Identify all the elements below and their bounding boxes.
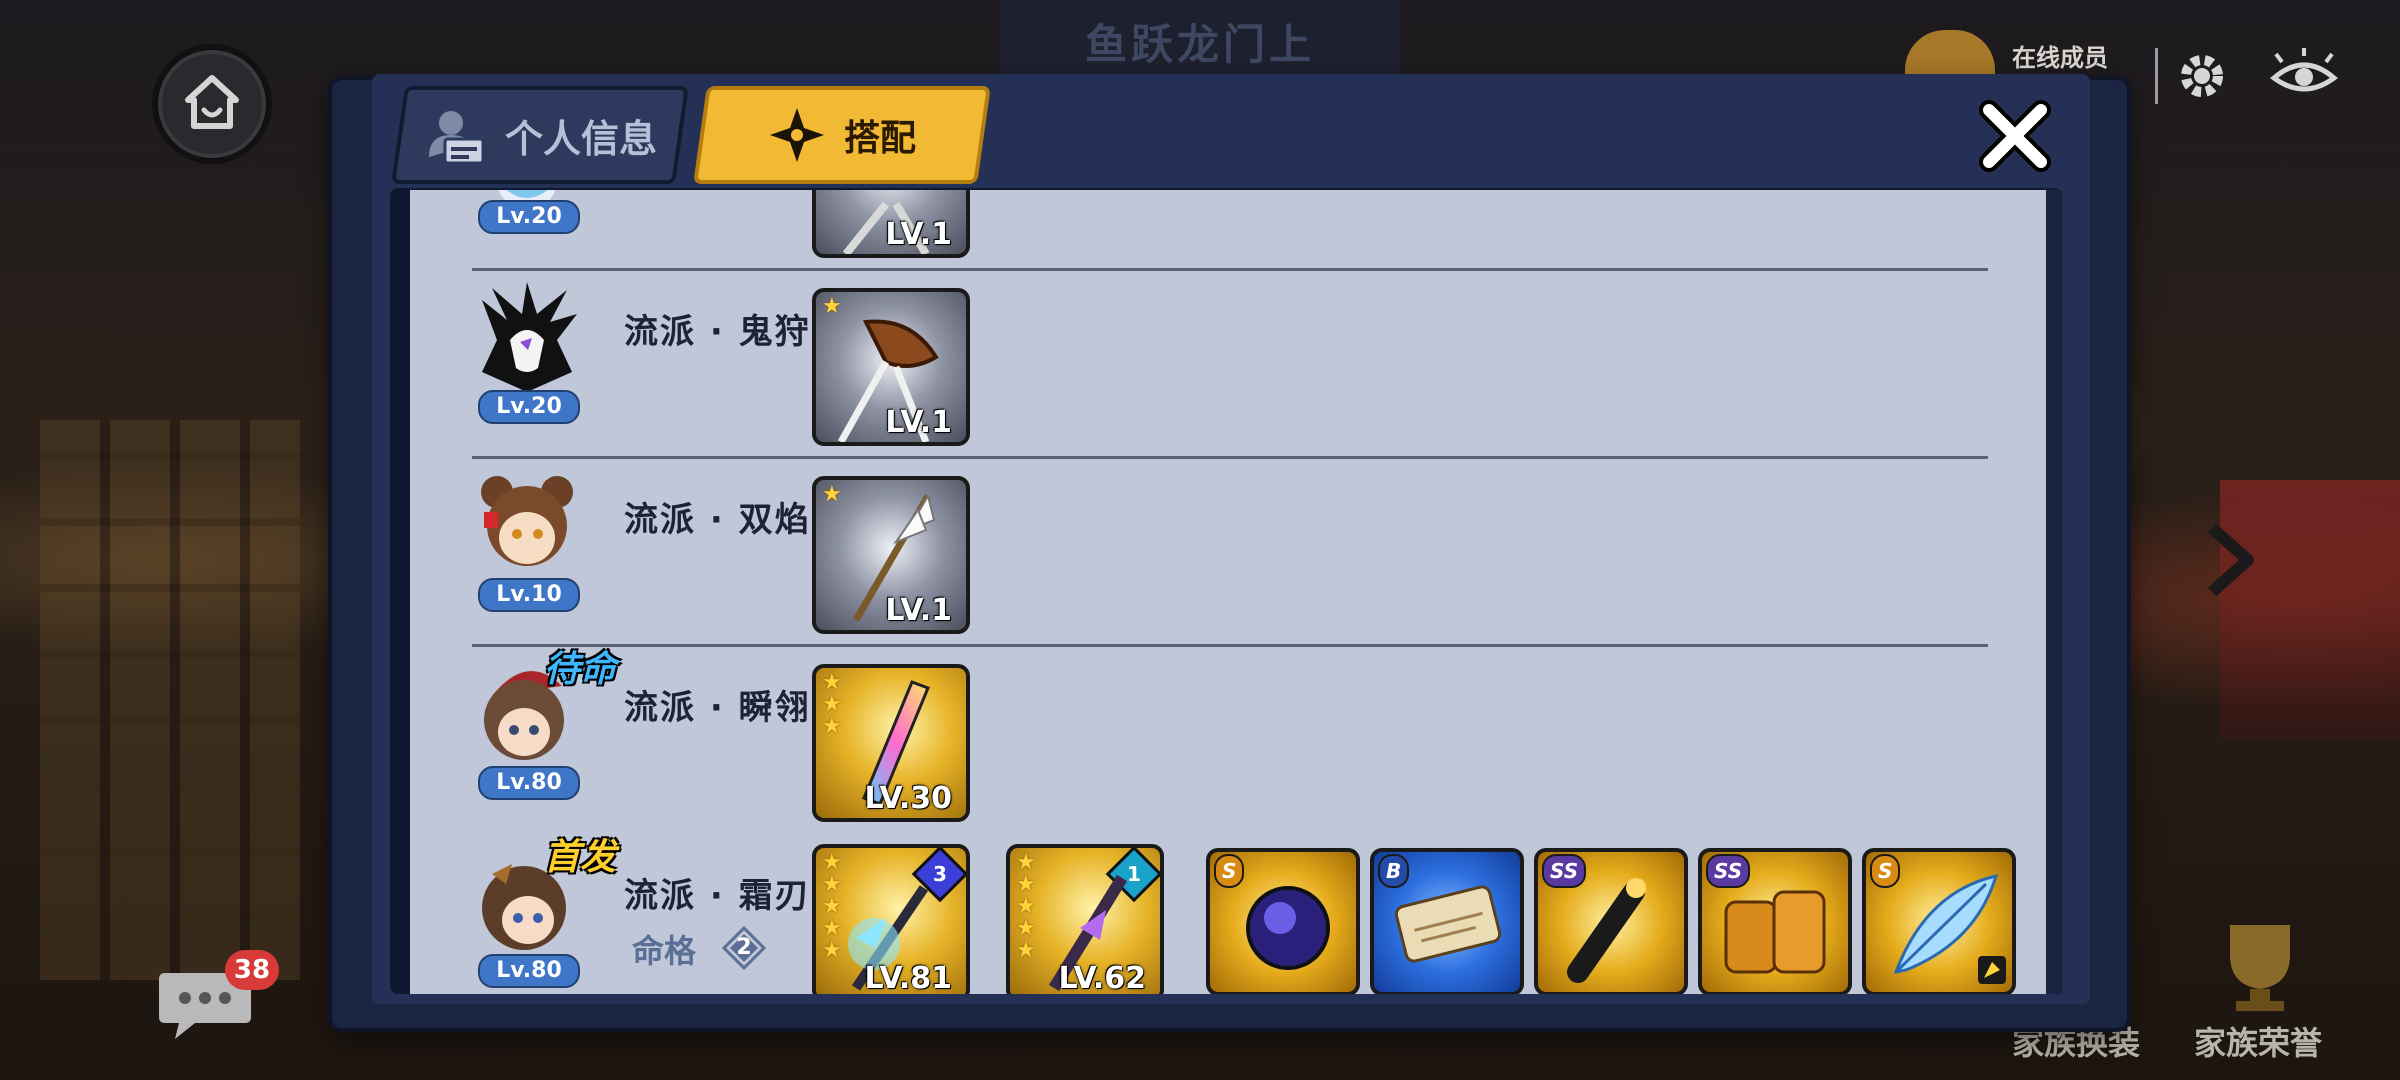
eye-icon[interactable] — [2268, 46, 2340, 106]
weapon-level: LV.1 — [885, 593, 952, 628]
character-portrait — [481, 476, 573, 566]
cannon-icon — [1567, 878, 1646, 983]
list-item[interactable]: 首发 Lv.80 流派 · 霜刃 命格 2 ★ ★ ★ ★ ★ 3 LV.81 ★ ★ ★ ★… — [410, 834, 2046, 994]
character-level-badge: Lv.10 — [478, 578, 580, 612]
weapon-item[interactable]: ★ LV.1 — [812, 288, 970, 446]
tab-personal-info-label: 个人信息 — [504, 116, 657, 161]
character-portrait — [482, 282, 577, 392]
top-divider — [2155, 48, 2158, 104]
weapon-level: LV.1 — [885, 217, 952, 252]
skill-card[interactable]: S — [1862, 848, 2016, 994]
shuriken-icon — [769, 108, 824, 162]
starter-status-tag: 首发 — [544, 837, 617, 878]
weapon-level: LV.1 — [885, 405, 952, 440]
school-label: 流派 · 霜刃 — [624, 876, 811, 916]
id-card-icon — [428, 111, 485, 165]
loadout-scrollbar[interactable] — [2046, 190, 2062, 994]
trophy-icon[interactable] — [2200, 915, 2320, 1015]
list-item[interactable]: Lv.20 流派 · 鬼狩 ★ LV.1 — [410, 270, 2046, 460]
tab-loadout-label: 搭配 — [843, 118, 916, 159]
weapon-item[interactable]: LV.1 — [812, 190, 970, 258]
school-label: 流派 · 瞬翎 — [624, 688, 811, 728]
weapon-level: LV.30 — [864, 781, 952, 816]
skill-card[interactable]: SS — [1534, 848, 1688, 994]
home-button[interactable] — [152, 44, 272, 164]
feather-icon — [1893, 873, 2006, 984]
family-honor-button[interactable]: 家族荣誉 — [2194, 1018, 2322, 1064]
standby-status-tag: 待命 — [544, 649, 617, 690]
fate-level-value: 2 — [736, 935, 752, 960]
tab-loadout[interactable]: 搭配 — [693, 86, 991, 184]
character-level-badge: Lv.80 — [478, 766, 580, 800]
weapon-item[interactable]: ★ ★ ★ ★ ★ 3 LV.81 — [812, 844, 970, 994]
skill-card[interactable]: SS — [1698, 848, 1852, 994]
tab-personal-info[interactable]: 个人信息 — [391, 86, 689, 184]
skill-card[interactable]: S — [1206, 848, 1360, 994]
chat-unread-badge: 38 — [225, 950, 279, 990]
close-icon[interactable] — [1975, 98, 2055, 176]
weapon-item[interactable]: ★ ★ ★ ★ ★ 1 LV.62 — [1006, 844, 1164, 994]
background-wall — [40, 420, 300, 980]
chevron-right-icon[interactable] — [2200, 520, 2260, 600]
skill-card[interactable]: B — [1370, 848, 1524, 994]
scroll-bundle-icon — [1724, 890, 1826, 974]
fate-level-badge[interactable]: 2 — [721, 925, 767, 971]
weapon-level: LV.62 — [1058, 961, 1146, 994]
background-bridge — [2220, 480, 2400, 740]
loadout-list[interactable]: Lv.20 LV.1 Lv.20 流派 · 鬼狩 ★ LV.1 Lv.10 流派… — [410, 190, 2046, 994]
character-level-badge: Lv.20 — [478, 390, 580, 424]
weapon-level: LV.81 — [864, 961, 952, 994]
scroll-icon — [1394, 885, 1502, 963]
home-icon — [185, 75, 239, 129]
character-level-badge: Lv.20 — [478, 200, 580, 234]
school-label: 流派 · 鬼狩 — [624, 312, 811, 352]
weapon-item[interactable]: ★ ★ ★ LV.30 — [812, 664, 970, 822]
list-item[interactable]: Lv.20 LV.1 — [410, 190, 2046, 260]
weapon-item[interactable]: ★ LV.1 — [812, 476, 970, 634]
list-item[interactable]: 待命 Lv.80 流派 · 瞬翎 ★ ★ ★ LV.30 — [410, 646, 2046, 836]
list-item[interactable]: Lv.10 流派 · 双焰 ★ LV.1 — [410, 458, 2046, 648]
dark-orb-icon — [1246, 886, 1330, 970]
character-level-badge: Lv.80 — [478, 954, 580, 988]
fate-label: 命格 — [632, 932, 697, 970]
gear-icon[interactable] — [2172, 46, 2232, 106]
school-label: 流派 · 双焰 — [624, 500, 811, 540]
